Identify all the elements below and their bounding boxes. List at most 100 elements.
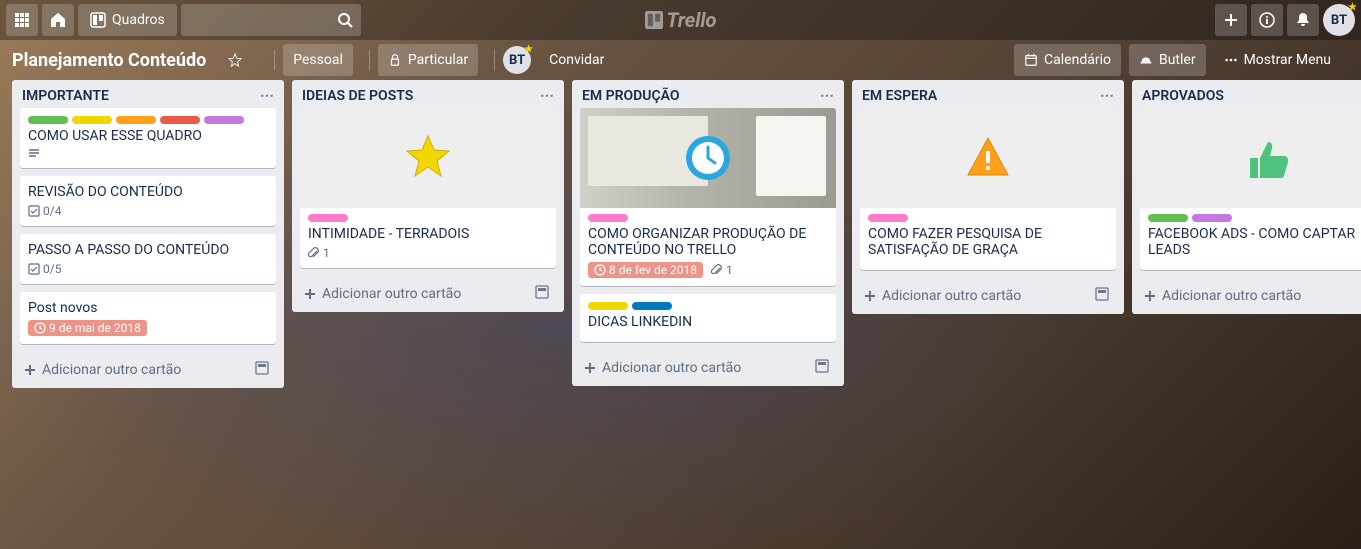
board-canvas[interactable]: IMPORTANTE ⋯ COMO USAR ESSE QUADRO REVISÃ… [0,80,1361,549]
list-title[interactable]: EM ESPERA [862,88,1100,104]
description-badge [28,148,40,160]
card[interactable]: Post novos9 de mai de 2018 [20,292,276,344]
list-menu-button[interactable]: ⋯ [1100,88,1114,104]
card[interactable]: COMO USAR ESSE QUADRO [20,108,276,168]
boards-button[interactable]: Quadros [78,4,177,36]
checklist-badge: 0/5 [28,262,61,276]
list-menu-button[interactable]: ⋯ [820,88,834,104]
home-button[interactable] [42,4,74,36]
plus-icon [22,362,38,378]
card-title: REVISÃO DO CONTEÚDO [28,184,268,200]
card-labels [588,214,828,222]
trello-logo[interactable]: Trello [645,8,717,32]
label-red[interactable] [160,116,200,124]
card[interactable]: PASSO A PASSO DO CONTEÚDO 0/5 [20,234,276,284]
card-labels [308,214,548,222]
card-title: INTIMIDADE - TERRADOIS [308,226,548,242]
list-title[interactable]: APROVADOS [1142,88,1361,104]
card[interactable]: FACEBOOK ADS - COMO CAPTAR LEADS [1140,108,1361,270]
list-title[interactable]: EM PRODUÇÃO [582,88,820,104]
search-input[interactable] [181,4,361,36]
privacy-button[interactable]: Particular [378,44,478,76]
notifications-button[interactable] [1287,4,1319,36]
board-title[interactable]: Planejamento Conteúdo [12,50,206,71]
label-blue[interactable] [632,302,672,310]
info-button[interactable] [1251,4,1283,36]
apps-button[interactable] [6,4,38,36]
list-title[interactable]: IMPORTANTE [22,88,260,104]
card-labels [868,214,1108,222]
clock-icon [34,322,46,334]
card[interactable]: DICAS LINKEDIN [580,294,836,342]
member-avatar[interactable]: BT ★ [503,46,531,74]
list-title[interactable]: IDEIAS DE POSTS [302,88,540,104]
search-icon [337,12,353,28]
card-title: COMO FAZER PESQUISA DE SATISFAÇÃO DE GRA… [868,226,1108,258]
calendar-button[interactable]: Calendário [1014,44,1121,76]
template-icon [1094,286,1110,302]
label-purple[interactable] [204,116,244,124]
user-avatar[interactable]: BT ★ [1323,4,1355,36]
add-card-button[interactable]: Adicionar outro cartão [12,352,284,388]
label-green[interactable] [1148,214,1188,222]
butler-button[interactable]: Butler [1129,44,1206,76]
calendar-icon [1024,53,1038,67]
checklist-icon [28,205,40,217]
add-card-button[interactable]: Adicionar outro cartão [852,278,1124,314]
star-icon [228,53,242,67]
list-menu-button[interactable]: ⋯ [260,88,274,104]
attachment-badge: 1 [711,263,733,277]
team-button[interactable]: Pessoal [283,44,353,76]
boards-label: Quadros [112,12,165,28]
label-orange[interactable] [116,116,156,124]
more-icon [1224,53,1238,67]
plus-icon [582,360,598,376]
label-yellow[interactable] [72,116,112,124]
label-pink[interactable] [308,214,348,222]
card-template-button[interactable] [814,358,834,378]
invite-button[interactable]: Convidar [539,44,614,76]
card-cover [860,108,1116,208]
card-title: DICAS LINKEDIN [588,314,828,330]
card-template-button[interactable] [1094,286,1114,306]
plus-icon [1223,12,1239,28]
template-icon [254,360,270,376]
due-date-badge: 8 de fev de 2018 [588,262,703,278]
label-pink[interactable] [588,214,628,222]
card[interactable]: COMO ORGANIZAR PRODUÇÃO DE CONTEÚDO NO T… [580,108,836,286]
template-icon [814,358,830,374]
card-template-button[interactable] [534,284,554,304]
card-title: PASSO A PASSO DO CONTEÚDO [28,242,268,258]
top-bar: Quadros Trello BT ★ [0,0,1361,40]
info-icon [1259,12,1275,28]
home-icon [50,12,66,28]
list: IMPORTANTE ⋯ COMO USAR ESSE QUADRO REVISÃ… [12,80,284,388]
attachment-icon [308,247,320,259]
list: EM ESPERA ⋯ COMO FAZER PESQUISA DE SATIS… [852,80,1124,314]
label-purple[interactable] [1192,214,1232,222]
plus-icon [1142,288,1158,304]
label-yellow[interactable] [588,302,628,310]
star-badge-icon: ★ [524,44,533,55]
card-title: COMO ORGANIZAR PRODUÇÃO DE CONTEÚDO NO T… [588,226,828,258]
label-pink[interactable] [868,214,908,222]
create-button[interactable] [1215,4,1247,36]
card-labels [28,116,268,124]
card-labels [588,302,828,310]
add-card-button[interactable]: Adicionar outro cartão [1132,278,1361,314]
clock-icon [594,264,606,276]
list-menu-button[interactable]: ⋯ [540,88,554,104]
show-menu-button[interactable]: Mostrar Menu [1214,44,1341,76]
bell-icon [1295,12,1311,28]
card[interactable]: COMO FAZER PESQUISA DE SATISFAÇÃO DE GRA… [860,108,1116,270]
add-card-button[interactable]: Adicionar outro cartão [572,350,844,386]
card-template-button[interactable] [254,360,274,380]
card-cover [580,108,836,208]
card-cover [300,108,556,208]
card[interactable]: REVISÃO DO CONTEÚDO0/4 [20,176,276,226]
card-title: FACEBOOK ADS - COMO CAPTAR LEADS [1148,226,1361,258]
add-card-button[interactable]: Adicionar outro cartão [292,276,564,312]
star-board-button[interactable] [218,44,258,76]
card[interactable]: INTIMIDADE - TERRADOIS1 [300,108,556,268]
label-green[interactable] [28,116,68,124]
